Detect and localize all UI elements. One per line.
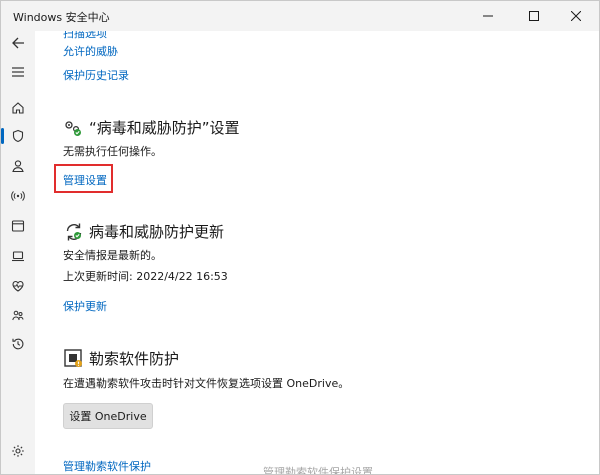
window-title: Windows 安全中心 <box>13 11 110 24</box>
virus-settings-status: 无需执行任何操作。 <box>63 145 162 158</box>
main-content: 扫描选项 允许的威胁 保护历史记录 “病毒和威胁防护”设置 无需执行任何操作。 … <box>35 31 599 475</box>
nav-settings[interactable] <box>6 439 30 463</box>
setup-onedrive-button[interactable]: 设置 OneDrive <box>63 403 153 429</box>
nav-firewall[interactable] <box>6 184 30 208</box>
manage-ransomware-link[interactable]: 管理勒索软件保护 <box>63 458 151 474</box>
protection-updates-link[interactable]: 保护更新 <box>63 298 107 314</box>
title-bar: Windows 安全中心 <box>1 1 599 31</box>
menu-button[interactable] <box>6 60 30 84</box>
app-window: Windows 安全中心 扫描选项 允许的威胁 保护历史记录 “病毒和威胁防护”… <box>0 0 600 475</box>
last-update-time: 上次更新时间: 2022/4/22 16:53 <box>63 270 228 283</box>
update-refresh-icon <box>66 223 82 241</box>
laptop-icon <box>12 251 24 262</box>
virus-updates-title: 病毒和威胁防护更新 <box>89 223 225 241</box>
nav-protection-history[interactable] <box>6 332 30 356</box>
ransomware-description: 在遭遇勒索软件攻击时针对文件恢复选项设置 OneDrive。 <box>63 377 350 390</box>
maximize-icon <box>529 11 539 21</box>
cut-off-text: 管理勒索软件保护设置 <box>263 466 373 475</box>
history-icon <box>12 338 24 350</box>
protection-history-link[interactable]: 保护历史记录 <box>63 67 129 83</box>
home-icon <box>12 102 24 114</box>
gear-icon <box>12 445 24 457</box>
nav-home[interactable] <box>6 96 30 120</box>
ransomware-icon <box>64 349 82 367</box>
ransomware-title: 勒索软件防护 <box>89 350 180 368</box>
shield-icon <box>12 129 24 143</box>
active-indicator <box>1 128 4 144</box>
allowed-threats-link[interactable]: 允许的威胁 <box>63 43 118 59</box>
nav-virus-protection[interactable] <box>6 124 30 148</box>
minimize-icon <box>483 15 493 17</box>
back-button[interactable] <box>6 31 30 55</box>
close-button[interactable] <box>553 1 599 31</box>
settings-gears-icon <box>65 121 81 136</box>
hamburger-menu-icon <box>12 67 24 77</box>
nav-device-security[interactable] <box>6 244 30 268</box>
nav-account[interactable] <box>6 154 30 178</box>
manage-settings-link[interactable]: 管理设置 <box>63 172 107 188</box>
virus-settings-title: “病毒和威胁防护”设置 <box>89 119 240 137</box>
app-browser-icon <box>11 220 25 232</box>
wireless-icon <box>11 191 25 201</box>
scan-options-link[interactable]: 扫描选项 <box>63 31 107 41</box>
health-heart-icon <box>12 280 24 292</box>
family-icon <box>12 310 24 321</box>
virus-updates-status: 安全情报是最新的。 <box>63 249 162 262</box>
back-arrow-icon <box>12 37 24 49</box>
nav-family-options[interactable] <box>6 304 30 328</box>
sidebar <box>1 31 35 474</box>
minimize-button[interactable] <box>465 1 511 31</box>
maximize-button[interactable] <box>511 1 557 31</box>
person-icon <box>12 160 24 173</box>
nav-device-health[interactable] <box>6 274 30 298</box>
nav-app-browser[interactable] <box>6 214 30 238</box>
close-icon <box>571 11 581 21</box>
